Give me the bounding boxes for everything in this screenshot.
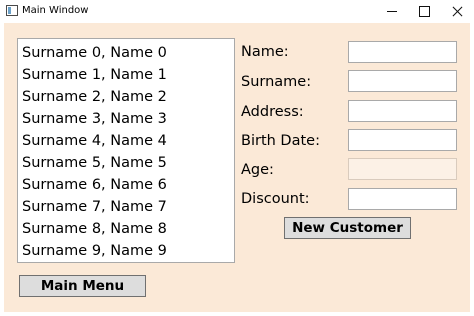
new-customer-button[interactable]: New Customer (284, 217, 411, 239)
maximize-icon[interactable] (406, 0, 442, 23)
list-item[interactable]: Surname 8, Name 8 (22, 220, 167, 238)
list-item[interactable]: Surname 0, Name 0 (22, 44, 167, 62)
age-field (348, 158, 457, 180)
window-bottom-edge (0, 312, 474, 316)
list-item[interactable]: Surname 4, Name 4 (22, 132, 167, 150)
birth-date-field[interactable] (348, 129, 457, 151)
discount-field[interactable] (348, 188, 457, 210)
title-bar[interactable]: Main Window (0, 0, 474, 23)
address-label: Address: (241, 104, 304, 120)
discount-label: Discount: (241, 191, 310, 207)
list-item[interactable]: Surname 6, Name 6 (22, 176, 167, 194)
app-window-icon (6, 5, 18, 16)
window-title: Main Window (22, 5, 89, 16)
close-icon[interactable] (439, 0, 474, 23)
minimize-icon[interactable] (374, 0, 410, 23)
list-item[interactable]: Surname 7, Name 7 (22, 198, 167, 216)
list-item[interactable]: Surname 5, Name 5 (22, 154, 167, 172)
main-menu-button[interactable]: Main Menu (19, 275, 146, 297)
list-item[interactable]: Surname 1, Name 1 (22, 66, 167, 84)
name-label: Name: (241, 44, 289, 60)
list-item[interactable]: Surname 2, Name 2 (22, 88, 167, 106)
address-field[interactable] (348, 100, 457, 122)
name-field[interactable] (348, 41, 457, 63)
main-window: Main Window Surname 0, Name 0 Surname 1,… (0, 0, 474, 316)
client-area: Surname 0, Name 0 Surname 1, Name 1 Surn… (4, 23, 470, 312)
list-item[interactable]: Surname 9, Name 9 (22, 242, 167, 260)
surname-field[interactable] (348, 70, 457, 92)
customer-listbox[interactable]: Surname 0, Name 0 Surname 1, Name 1 Surn… (17, 38, 235, 263)
birth-date-label: Birth Date: (241, 133, 320, 149)
age-label: Age: (241, 162, 274, 178)
list-item[interactable]: Surname 3, Name 3 (22, 110, 167, 128)
surname-label: Surname: (241, 74, 312, 90)
